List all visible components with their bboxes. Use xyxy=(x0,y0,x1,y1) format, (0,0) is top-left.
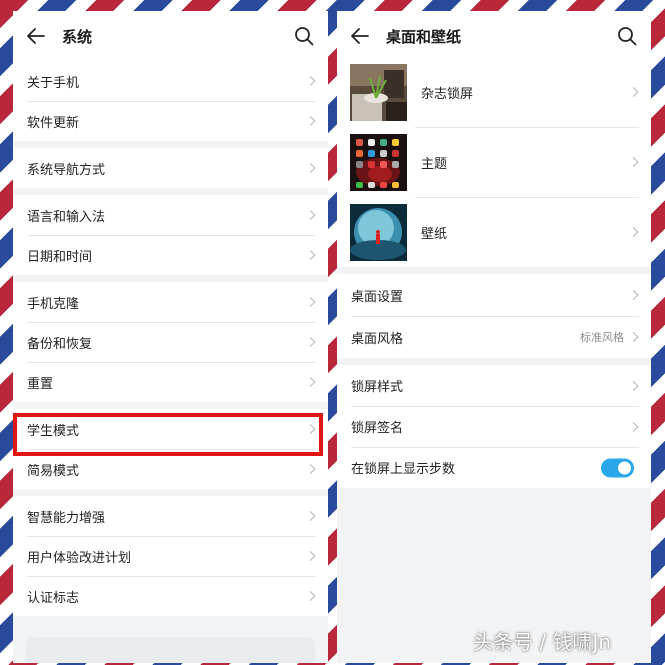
menu-item-label: 简易模式 xyxy=(27,463,80,479)
top-bar: 系统 xyxy=(13,11,328,61)
settings-group-misc: 智慧能力增强 用户体验改进计划 认证标志 xyxy=(13,496,328,616)
menu-item-backup-restore[interactable]: 备份和恢复 xyxy=(13,322,328,362)
theme-thumbnail xyxy=(350,133,407,191)
chevron-right-icon xyxy=(305,250,316,260)
menu-item-reset[interactable]: 重置 xyxy=(13,362,328,402)
menu-item-student-mode[interactable]: 学生模式 xyxy=(13,409,328,449)
chevron-right-icon xyxy=(305,464,316,474)
watermark: 头条号 / 钱啸Jn xyxy=(473,630,612,654)
chevron-right-icon xyxy=(305,297,316,307)
theme-item-label: 主题 xyxy=(421,156,448,172)
menu-item-smart-enhance[interactable]: 智慧能力增强 xyxy=(13,496,328,536)
theme-item-label: 杂志锁屏 xyxy=(421,86,474,102)
menu-item-label: 在锁屏上显示步数 xyxy=(351,462,456,477)
menu-item-label: 备份和恢复 xyxy=(27,336,93,352)
menu-item-software-update[interactable]: 软件更新 xyxy=(13,101,328,141)
search-icon[interactable] xyxy=(294,26,314,46)
menu-item-label: 锁屏签名 xyxy=(351,421,404,436)
page-title: 桌面和壁纸 xyxy=(386,28,462,46)
menu-item-label: 重置 xyxy=(27,376,54,392)
menu-item-label: 智慧能力增强 xyxy=(27,510,106,526)
top-bar: 桌面和壁纸 xyxy=(337,11,651,61)
lock-screen-group: 锁屏样式 锁屏签名 在锁屏上显示步数 xyxy=(337,365,651,488)
menu-item-label: 语言和输入法 xyxy=(27,209,106,225)
menu-item-lock-signature[interactable]: 锁屏签名 xyxy=(337,406,651,447)
chevron-right-icon xyxy=(628,157,639,167)
menu-item-label: 手机克隆 xyxy=(27,296,80,312)
theme-group: 杂志锁屏 主题 壁纸 xyxy=(337,57,651,267)
back-arrow-icon[interactable] xyxy=(349,25,371,47)
bottom-card xyxy=(26,637,315,663)
menu-item-certification[interactable]: 认证标志 xyxy=(13,576,328,616)
menu-item-label: 学生模式 xyxy=(27,423,80,439)
chevron-right-icon xyxy=(305,377,316,387)
menu-item-label: 桌面设置 xyxy=(351,289,404,305)
menu-item-label: 日期和时间 xyxy=(27,249,93,265)
chevron-right-icon xyxy=(305,551,316,561)
chevron-right-icon xyxy=(305,210,316,220)
search-icon[interactable] xyxy=(617,26,637,46)
settings-group-modes: 学生模式 简易模式 xyxy=(13,409,328,489)
menu-item-desktop-settings[interactable]: 桌面设置 xyxy=(337,274,651,316)
menu-item-user-experience[interactable]: 用户体验改进计划 xyxy=(13,536,328,576)
desktop-style-value: 标准风格 xyxy=(580,331,624,344)
wallpaper-thumbnail xyxy=(350,203,407,261)
chevron-right-icon xyxy=(628,421,639,432)
desktop-wallpaper-screen: 桌面和壁纸 杂志锁屏 主题 壁纸 桌面设置 桌面风格 标准风格 锁屏样式 锁屏签… xyxy=(337,11,651,663)
desktop-group: 桌面设置 桌面风格 标准风格 xyxy=(337,274,651,358)
menu-item-about-phone[interactable]: 关于手机 xyxy=(13,61,328,101)
theme-item-wallpaper[interactable]: 壁纸 xyxy=(337,197,651,267)
chevron-right-icon xyxy=(305,76,316,86)
chevron-right-icon xyxy=(628,87,639,97)
menu-item-desktop-style[interactable]: 桌面风格 标准风格 xyxy=(337,316,651,358)
menu-item-date-time[interactable]: 日期和时间 xyxy=(13,235,328,275)
menu-item-simple-mode[interactable]: 简易模式 xyxy=(13,449,328,489)
chevron-right-icon xyxy=(628,380,639,391)
page-title: 系统 xyxy=(62,28,93,46)
theme-item-themes[interactable]: 主题 xyxy=(337,127,651,197)
chevron-right-icon xyxy=(305,424,316,434)
theme-item-magazine-lock[interactable]: 杂志锁屏 xyxy=(337,57,651,127)
settings-group-language: 语言和输入法 日期和时间 xyxy=(13,195,328,275)
menu-item-label: 关于手机 xyxy=(27,75,80,91)
menu-item-system-navigation[interactable]: 系统导航方式 xyxy=(13,148,328,188)
chevron-right-icon xyxy=(305,511,316,521)
menu-item-label: 用户体验改进计划 xyxy=(27,550,132,566)
magazine-lock-thumbnail xyxy=(350,63,407,121)
menu-item-label: 认证标志 xyxy=(27,590,80,606)
chevron-right-icon xyxy=(628,227,639,237)
chevron-right-icon xyxy=(305,591,316,601)
chevron-right-icon xyxy=(305,116,316,126)
menu-item-lock-style[interactable]: 锁屏样式 xyxy=(337,365,651,406)
menu-item-show-steps: 在锁屏上显示步数 xyxy=(337,447,651,488)
menu-item-label: 桌面风格 xyxy=(351,331,404,347)
settings-group-backup: 手机克隆 备份和恢复 重置 xyxy=(13,282,328,402)
chevron-right-icon xyxy=(628,290,639,300)
settings-group-navigation: 系统导航方式 xyxy=(13,148,328,188)
chevron-right-icon xyxy=(628,332,639,342)
show-steps-toggle[interactable] xyxy=(601,458,634,477)
back-arrow-icon[interactable] xyxy=(25,25,47,47)
theme-item-label: 壁纸 xyxy=(421,226,448,242)
menu-item-language-input[interactable]: 语言和输入法 xyxy=(13,195,328,235)
menu-item-phone-clone[interactable]: 手机克隆 xyxy=(13,282,328,322)
menu-item-label: 软件更新 xyxy=(27,115,80,131)
settings-group-about: 关于手机 软件更新 xyxy=(13,61,328,141)
menu-item-label: 锁屏样式 xyxy=(351,380,404,395)
chevron-right-icon xyxy=(305,163,316,173)
toggle-knob xyxy=(618,461,631,474)
chevron-right-icon xyxy=(305,337,316,347)
menu-item-label: 系统导航方式 xyxy=(27,162,106,178)
system-settings-screen: 系统 关于手机 软件更新 系统导航方式 语言和输入法 日期和时间 手机克隆 备份… xyxy=(13,11,328,663)
